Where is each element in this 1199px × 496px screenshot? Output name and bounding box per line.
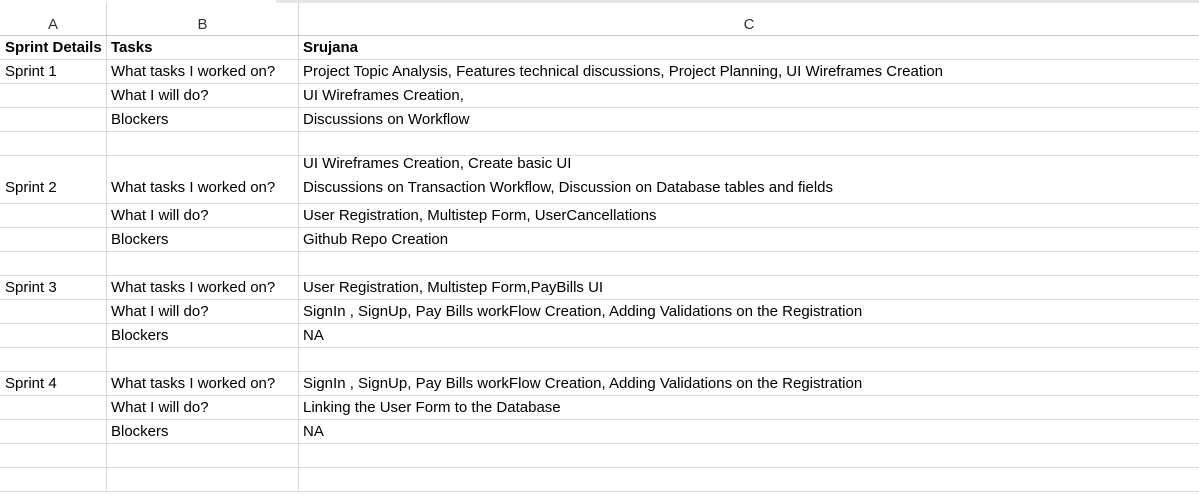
column-header-a[interactable]: A bbox=[0, 3, 107, 35]
detail-cell[interactable]: SignIn , SignUp, Pay Bills workFlow Crea… bbox=[299, 372, 1199, 395]
sprint-cell[interactable] bbox=[0, 420, 107, 443]
sprint-cell[interactable]: Sprint 4 bbox=[0, 372, 107, 395]
detail-line-1: UI Wireframes Creation, Create basic UI bbox=[303, 156, 572, 172]
task-cell[interactable]: What I will do? bbox=[107, 204, 299, 227]
sprint-cell[interactable]: Sprint 3 bbox=[0, 276, 107, 299]
task-cell[interactable] bbox=[107, 252, 299, 275]
sprint-cell[interactable] bbox=[0, 300, 107, 323]
detail-cell[interactable] bbox=[299, 348, 1199, 371]
table-row: Sprint 4 What tasks I worked on? SignIn … bbox=[0, 372, 1199, 396]
detail-cell[interactable] bbox=[299, 444, 1199, 467]
detail-cell[interactable]: UI Wireframes Creation, Create basic UI … bbox=[299, 156, 1199, 203]
task-cell[interactable]: Blockers bbox=[107, 420, 299, 443]
column-header-b[interactable]: B bbox=[107, 3, 299, 35]
table-row: Sprint 1 What tasks I worked on? Project… bbox=[0, 60, 1199, 84]
task-cell[interactable]: What tasks I worked on? bbox=[107, 372, 299, 395]
table-row bbox=[0, 444, 1199, 468]
detail-cell[interactable]: Discussions on Workflow bbox=[299, 108, 1199, 131]
table-row bbox=[0, 252, 1199, 276]
cell-c1[interactable]: Srujana bbox=[299, 36, 1199, 59]
task-cell[interactable] bbox=[107, 132, 299, 155]
sprint-cell[interactable]: Sprint 2 bbox=[0, 156, 107, 203]
detail-cell[interactable]: NA bbox=[299, 420, 1199, 443]
task-cell[interactable]: What I will do? bbox=[107, 84, 299, 107]
header-row: Sprint Details Tasks Srujana bbox=[0, 36, 1199, 60]
task-cell[interactable]: Blockers bbox=[107, 324, 299, 347]
task-cell[interactable]: Blockers bbox=[107, 228, 299, 251]
sprint-cell[interactable] bbox=[0, 468, 107, 491]
spreadsheet: A B C Sprint Details Tasks Srujana Sprin… bbox=[0, 0, 1199, 496]
table-row: Blockers Github Repo Creation bbox=[0, 228, 1199, 252]
table-row: What I will do? Linking the User Form to… bbox=[0, 396, 1199, 420]
task-cell[interactable]: Blockers bbox=[107, 108, 299, 131]
table-row: What I will do? SignIn , SignUp, Pay Bil… bbox=[0, 300, 1199, 324]
detail-cell[interactable] bbox=[299, 252, 1199, 275]
table-row: Sprint 2 What tasks I worked on? UI Wire… bbox=[0, 156, 1199, 204]
sprint-cell[interactable] bbox=[0, 108, 107, 131]
cell-b1[interactable]: Tasks bbox=[107, 36, 299, 59]
table-row: Blockers NA bbox=[0, 324, 1199, 348]
task-cell[interactable]: What tasks I worked on? bbox=[107, 276, 299, 299]
task-cell[interactable] bbox=[107, 468, 299, 491]
table-row: Sprint 3 What tasks I worked on? User Re… bbox=[0, 276, 1199, 300]
cell-grid: Sprint Details Tasks Srujana Sprint 1 Wh… bbox=[0, 36, 1199, 492]
task-cell[interactable] bbox=[107, 444, 299, 467]
sprint-cell[interactable] bbox=[0, 84, 107, 107]
table-row: Blockers Discussions on Workflow bbox=[0, 108, 1199, 132]
task-cell[interactable]: What tasks I worked on? bbox=[107, 60, 299, 83]
task-cell[interactable]: What I will do? bbox=[107, 300, 299, 323]
detail-cell[interactable]: SignIn , SignUp, Pay Bills workFlow Crea… bbox=[299, 300, 1199, 323]
task-cell[interactable] bbox=[107, 348, 299, 371]
sprint-cell[interactable] bbox=[0, 348, 107, 371]
sprint-cell[interactable] bbox=[0, 228, 107, 251]
cell-a1[interactable]: Sprint Details bbox=[0, 36, 107, 59]
table-row bbox=[0, 348, 1199, 372]
sprint-cell[interactable] bbox=[0, 324, 107, 347]
detail-cell[interactable]: NA bbox=[299, 324, 1199, 347]
detail-cell[interactable] bbox=[299, 132, 1199, 155]
sprint-cell[interactable] bbox=[0, 252, 107, 275]
sprint-cell[interactable] bbox=[0, 444, 107, 467]
detail-cell[interactable] bbox=[299, 468, 1199, 491]
detail-cell[interactable]: Project Topic Analysis, Features technic… bbox=[299, 60, 1199, 83]
task-label: What tasks I worked on? bbox=[111, 179, 276, 196]
column-header-row: A B C bbox=[0, 3, 1199, 36]
table-row: What I will do? User Registration, Multi… bbox=[0, 204, 1199, 228]
column-header-c[interactable]: C bbox=[299, 3, 1199, 35]
detail-line-2: Discussions on Transaction Workflow, Dis… bbox=[303, 179, 833, 196]
detail-cell[interactable]: Linking the User Form to the Database bbox=[299, 396, 1199, 419]
table-row bbox=[0, 468, 1199, 492]
sprint-cell[interactable]: Sprint 1 bbox=[0, 60, 107, 83]
detail-cell[interactable]: User Registration, Multistep Form, UserC… bbox=[299, 204, 1199, 227]
sprint-cell[interactable] bbox=[0, 132, 107, 155]
sprint-cell[interactable] bbox=[0, 204, 107, 227]
table-row: Blockers NA bbox=[0, 420, 1199, 444]
sprint-cell[interactable] bbox=[0, 396, 107, 419]
table-row: What I will do? UI Wireframes Creation, bbox=[0, 84, 1199, 108]
table-row bbox=[0, 132, 1199, 156]
detail-cell[interactable]: UI Wireframes Creation, bbox=[299, 84, 1199, 107]
sprint-label: Sprint 2 bbox=[5, 179, 57, 196]
detail-cell[interactable]: User Registration, Multistep Form,PayBil… bbox=[299, 276, 1199, 299]
detail-cell[interactable]: Github Repo Creation bbox=[299, 228, 1199, 251]
task-cell[interactable]: What tasks I worked on? bbox=[107, 156, 299, 203]
task-cell[interactable]: What I will do? bbox=[107, 396, 299, 419]
